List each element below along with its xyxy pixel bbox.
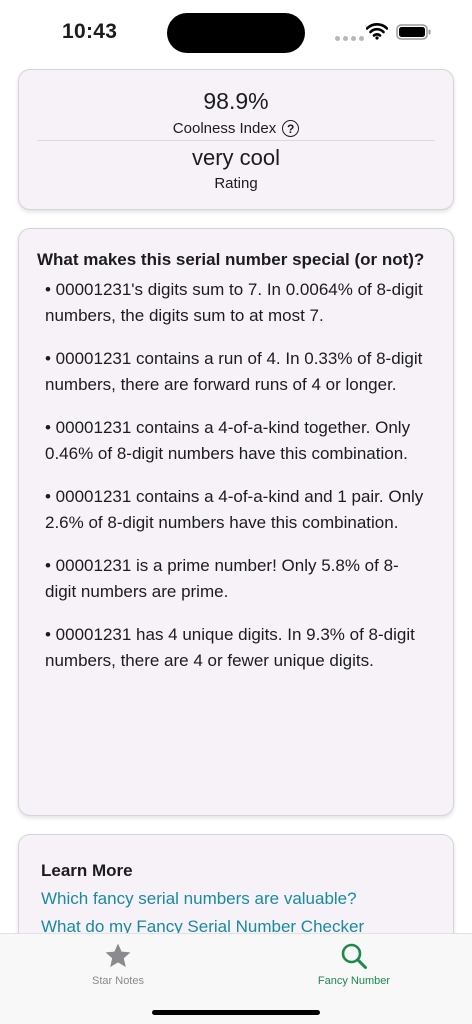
fact-item: • 00001231 contains a 4-of-a-kind and 1 … [45, 487, 424, 532]
tab-label: Fancy Number [317, 975, 391, 987]
coolness-index-label: Coolness Index [172, 120, 277, 137]
coolness-card: 98.9% Coolness Index ? very cool Rating [18, 69, 454, 210]
status-time: 10:43 [62, 20, 118, 43]
fact-item: • 00001231 has 4 unique digits. In 9.3% … [45, 625, 415, 670]
cellular-signal-icon [335, 36, 364, 41]
magnifier-icon [341, 943, 367, 969]
tab-star-notes[interactable]: Star Notes [38, 942, 198, 987]
battery-icon [396, 24, 431, 40]
tab-fancy-number[interactable]: Fancy Number [274, 942, 434, 987]
star-icon [105, 943, 131, 967]
rating-value: very cool [191, 145, 281, 170]
divider [37, 140, 435, 141]
coolness-index-label-row: Coolness Index ? [19, 120, 453, 137]
learn-more-heading: Learn More [41, 861, 133, 880]
tab-label: Star Notes [92, 975, 144, 987]
status-bar: 10:43 [0, 0, 472, 62]
help-icon[interactable]: ? [282, 120, 300, 137]
facts-list: • 00001231's digits sum to 7. In 0.0064%… [37, 277, 435, 674]
home-indicator[interactable] [152, 1010, 320, 1015]
valuable-serial-numbers-link[interactable]: Which fancy serial numbers are valuable? [41, 889, 431, 909]
dynamic-island [167, 13, 305, 53]
rating-label: Rating [214, 175, 258, 192]
fact-item: • 00001231 contains a run of 4. In 0.33%… [45, 349, 423, 394]
wifi-icon [366, 23, 388, 40]
coolness-index-value: 98.9% [203, 88, 269, 114]
fact-item: • 00001231's digits sum to 7. In 0.0064%… [45, 280, 423, 325]
facts-heading: What makes this serial number special (o… [37, 250, 425, 269]
fact-item: • 00001231 is a prime number! Only 5.8% … [45, 556, 399, 601]
special-facts-card: What makes this serial number special (o… [18, 228, 454, 816]
fact-item: • 00001231 contains a 4-of-a-kind togeth… [45, 418, 411, 463]
